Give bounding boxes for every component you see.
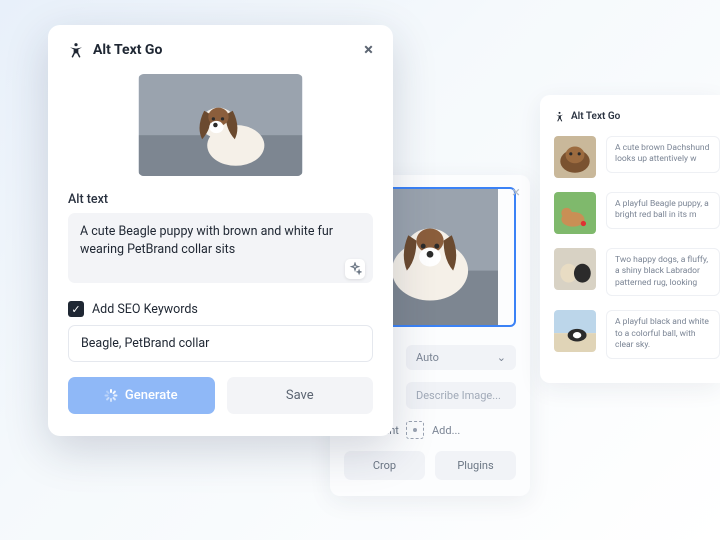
chevron-down-icon: ⌄ (497, 351, 506, 364)
describe-image-input[interactable]: Describe Image... (406, 382, 516, 409)
save-button[interactable]: Save (227, 377, 374, 414)
list-item[interactable]: A playful Beagle puppy, a bright red bal… (554, 192, 720, 234)
thumbnail (554, 136, 596, 178)
alt-text-bubble: A cute brown Dachshund looks up attentiv… (606, 136, 720, 173)
focal-point-icon[interactable] (406, 421, 424, 439)
seo-keywords-input[interactable] (68, 325, 373, 362)
image-preview (138, 74, 303, 176)
alt-text-list-panel: Alt Text Go A cute brown Dachshund looks… (540, 95, 720, 383)
mode-select-value: Auto (416, 351, 439, 364)
seo-checkbox-label: Add SEO Keywords (92, 302, 198, 317)
alt-text-bubble: Two happy dogs, a fluffy, a shiny black … (606, 248, 720, 296)
alt-text-modal: Alt Text Go × Alt text ✓ Add SEO Keyword… (48, 25, 393, 436)
focal-add-label[interactable]: Add... (432, 424, 460, 437)
list-item[interactable]: A playful black and white to a colorful … (554, 310, 720, 358)
spinner-icon (105, 389, 118, 402)
accessibility-icon (554, 111, 565, 122)
close-icon[interactable]: × (512, 183, 520, 201)
dog-image (138, 74, 303, 176)
alt-text-bubble: A playful Beagle puppy, a bright red bal… (606, 192, 720, 229)
seo-checkbox[interactable]: ✓ (68, 301, 84, 317)
list-item[interactable]: Two happy dogs, a fluffy, a shiny black … (554, 248, 720, 296)
close-icon[interactable]: × (364, 40, 373, 60)
thumbnail (554, 248, 596, 290)
thumbnail (554, 192, 596, 234)
alt-text-input[interactable] (68, 213, 373, 283)
list-panel-title: Alt Text Go (571, 111, 620, 122)
list-item[interactable]: A cute brown Dachshund looks up attentiv… (554, 136, 720, 178)
mode-select[interactable]: Auto ⌄ (406, 345, 516, 370)
plugins-button[interactable]: Plugins (435, 451, 516, 480)
alt-text-bubble: A playful black and white to a colorful … (606, 310, 720, 358)
generate-button[interactable]: Generate (68, 377, 215, 414)
alt-text-label: Alt text (68, 192, 373, 207)
thumbnail (554, 310, 596, 352)
accessibility-icon (68, 42, 84, 58)
crop-button[interactable]: Crop (344, 451, 425, 480)
sparkle-icon[interactable] (345, 259, 365, 279)
modal-title: Alt Text Go (93, 42, 162, 58)
